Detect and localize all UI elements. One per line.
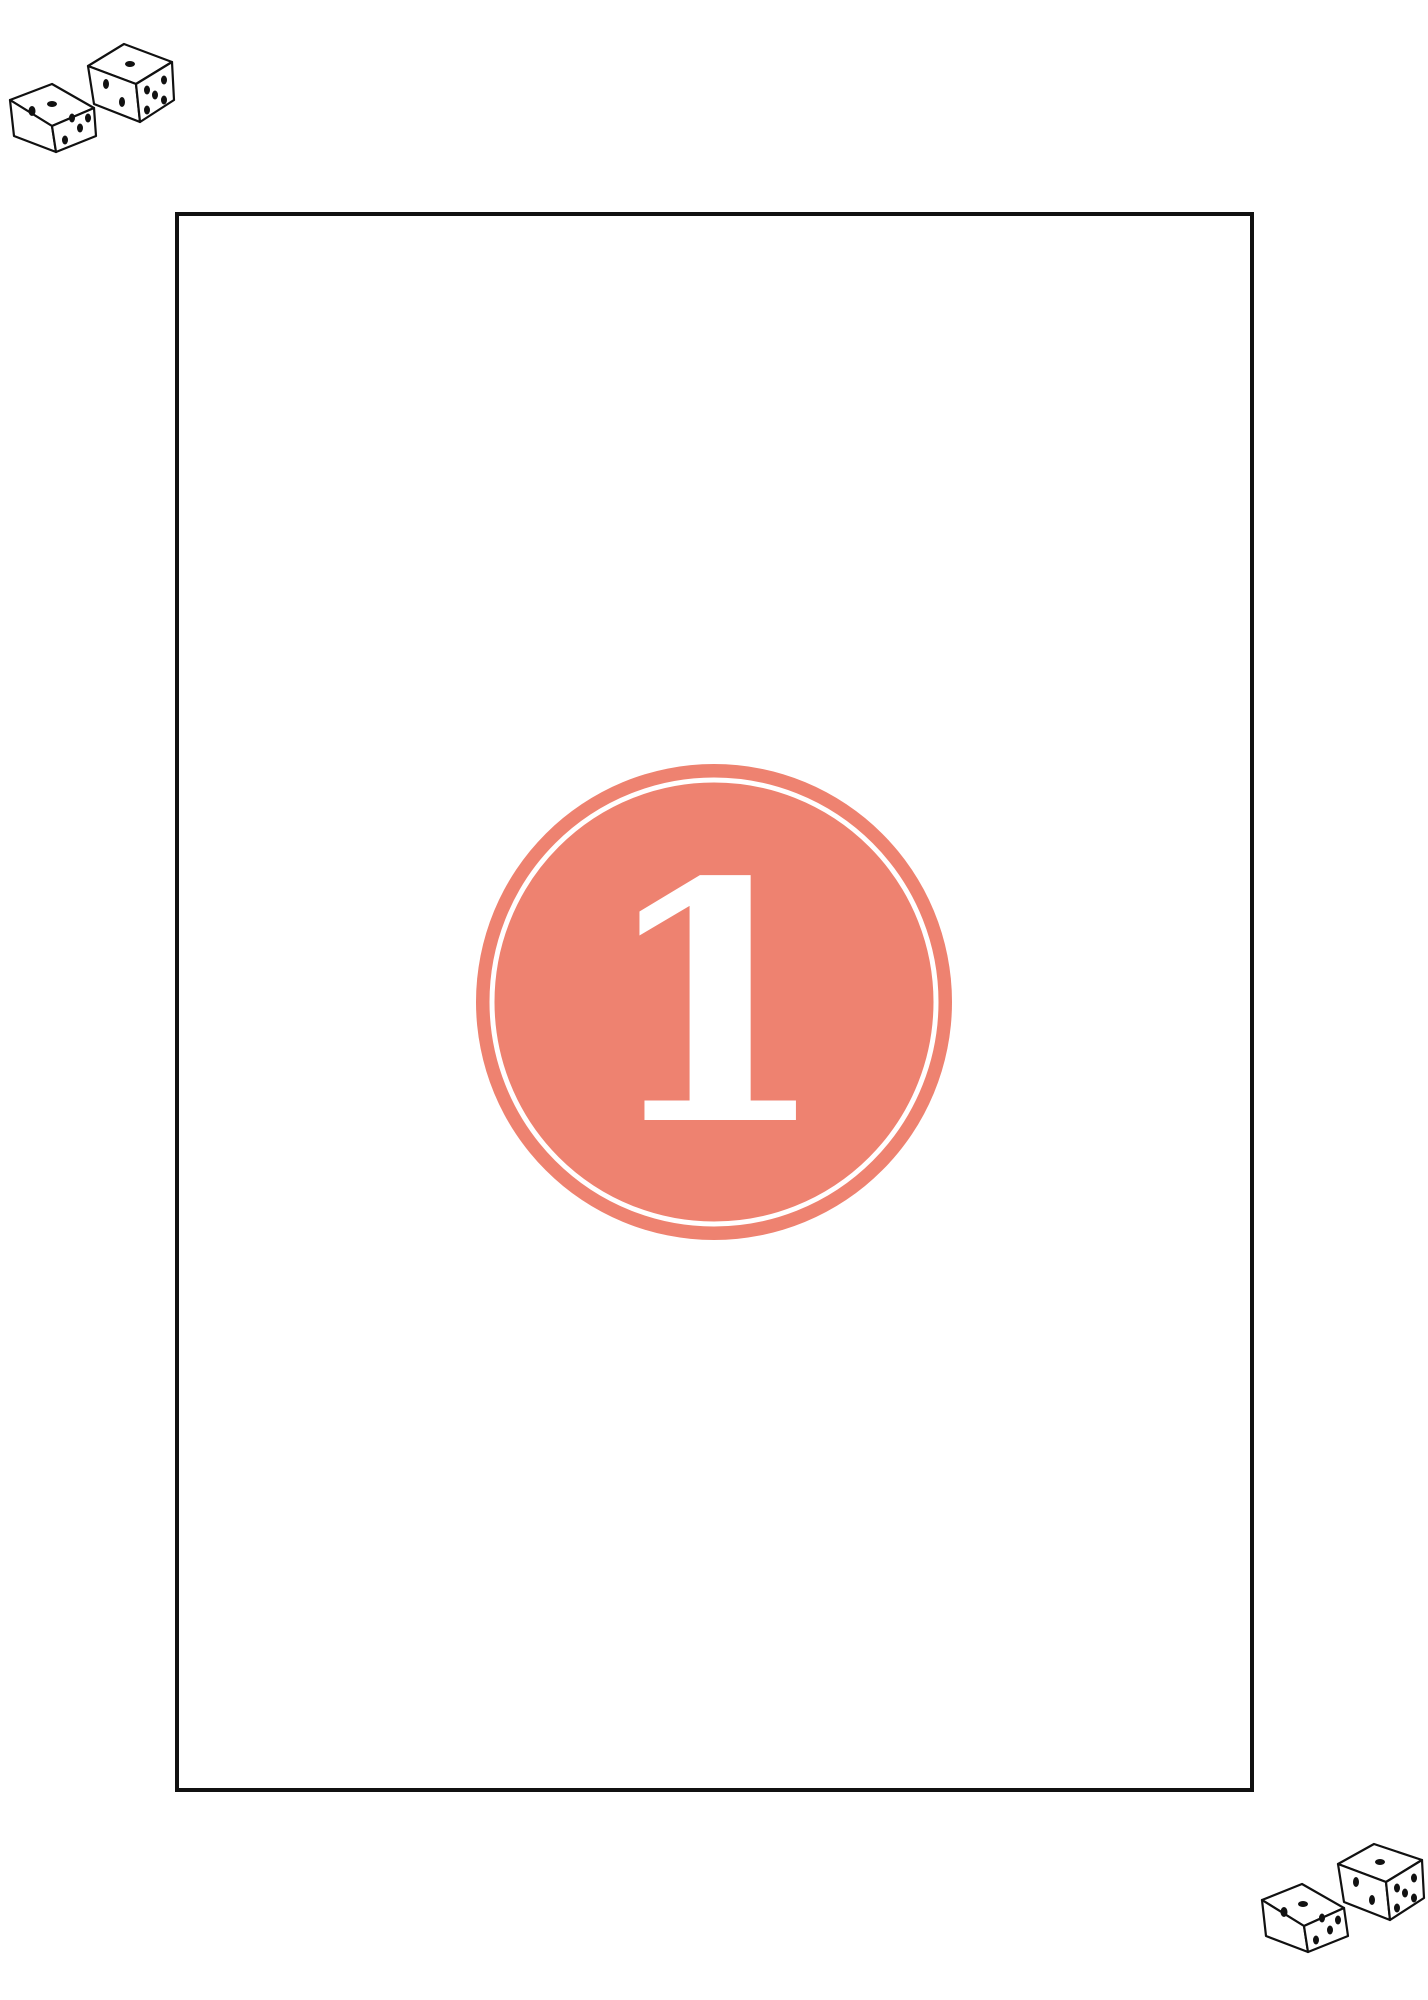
die-right-icon <box>1336 1842 1426 1922</box>
badge-number: 1 <box>599 810 829 1198</box>
dice-pair-graphic <box>1260 1842 1426 1954</box>
number-badge: 1 <box>474 762 954 1242</box>
dice-pair-icon <box>1254 1838 1428 1978</box>
number-badge-graphic: 1 <box>476 764 952 1240</box>
die-left-icon <box>8 82 98 154</box>
die-right-icon <box>86 42 176 124</box>
dice-pair-graphic <box>8 42 176 154</box>
die-left-icon <box>1260 1882 1350 1954</box>
dice-pair-icon <box>2 18 182 158</box>
